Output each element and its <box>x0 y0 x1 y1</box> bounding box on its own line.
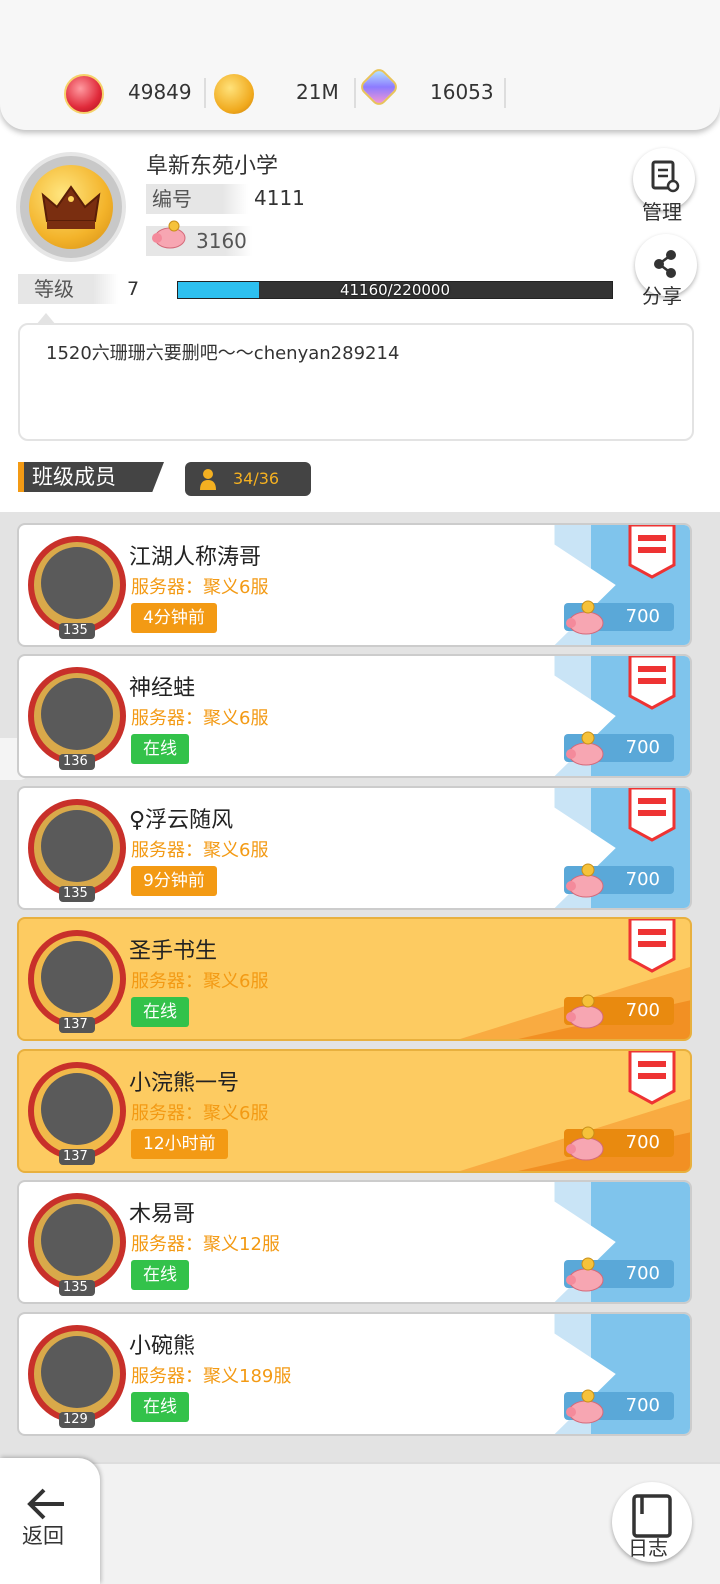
person-icon <box>200 469 216 490</box>
member-name: 木易哥 <box>129 1202 196 1227</box>
member-server: 服务器：聚义6服 <box>131 577 269 598</box>
member-card[interactable]: 137 小浣熊一号 服务器：聚义6服 12小时前 700 <box>17 1049 692 1173</box>
member-name: ♀浮云随风 <box>129 808 234 833</box>
member-card[interactable]: 135 ♀浮云随风 服务器：聚义6服 9分钟前 700 <box>17 786 692 910</box>
player-level: 136 <box>63 754 88 769</box>
school-id: 4111 <box>254 186 305 210</box>
member-status: 在线 <box>131 734 189 764</box>
level-value: 7 <box>127 278 140 300</box>
xp-text: 41160/220000 <box>339 281 451 299</box>
member-card[interactable]: 135 木易哥 服务器：聚义12服 在线 700 <box>17 1180 692 1304</box>
avatar[interactable]: 135 <box>25 529 133 645</box>
piggy-bank-icon <box>566 1126 604 1161</box>
log-label: 日志 <box>628 1536 668 1560</box>
piggy-bank-icon <box>566 994 604 1029</box>
back-label: 返回 <box>22 1524 64 1548</box>
member-count-badge: 34/36 <box>185 462 311 496</box>
member-status: 4分钟前 <box>131 603 217 633</box>
divider <box>504 78 506 108</box>
member-card[interactable]: 137 圣手书生 服务器：聚义6服 在线 700 <box>17 917 692 1041</box>
member-name: 小碗熊 <box>129 1334 196 1359</box>
piggy-value: 3160 <box>196 229 247 253</box>
rank-badge-icon <box>628 525 676 579</box>
crown-icon <box>29 165 113 249</box>
gem-resource[interactable]: 49849 <box>60 70 210 116</box>
player-level: 129 <box>63 1412 88 1427</box>
manage-label: 管理 <box>642 200 682 224</box>
avatar[interactable]: 137 <box>25 1055 133 1171</box>
member-status: 在线 <box>131 1260 189 1290</box>
avatar[interactable]: 136 <box>25 660 133 776</box>
rank-badge-icon <box>628 919 676 973</box>
player-level: 135 <box>63 886 88 901</box>
piggy-bank-icon <box>566 863 604 898</box>
id-label: 编号 <box>146 184 248 214</box>
piggy-bank-icon <box>566 1257 604 1292</box>
member-card[interactable]: 129 小碗熊 服务器：聚义189服 在线 700 <box>17 1312 692 1436</box>
divider <box>204 78 206 108</box>
announcement-text: 1520六珊珊六要删吧～～chenyan289214 <box>46 343 400 364</box>
crystal-icon <box>357 65 401 109</box>
members-section-title: 班级成员 <box>18 462 164 492</box>
member-count: 34/36 <box>233 469 280 488</box>
member-name: 神经蛙 <box>129 676 196 701</box>
member-server: 服务器：聚义6服 <box>131 1103 269 1124</box>
player-level: 137 <box>63 1149 88 1164</box>
xp-progress-bar: 41160/220000 <box>177 281 613 299</box>
member-status: 在线 <box>131 997 189 1027</box>
gem-value: 49849 <box>128 80 192 104</box>
player-level: 137 <box>63 1017 88 1032</box>
avatar[interactable]: 129 <box>25 1318 133 1434</box>
member-name: 小浣熊一号 <box>129 1071 240 1096</box>
piggy-bank-icon <box>566 1389 604 1424</box>
member-server: 服务器：聚义6服 <box>131 708 269 729</box>
gold-value: 21M <box>296 80 339 104</box>
player-level: 135 <box>63 1280 88 1295</box>
member-server: 服务器：聚义189服 <box>131 1366 292 1387</box>
piggy-bank-icon <box>566 731 604 766</box>
member-status: 12小时前 <box>131 1129 228 1159</box>
member-status: 9分钟前 <box>131 866 217 896</box>
member-server: 服务器：聚义6服 <box>131 840 269 861</box>
crystal-value: 16053 <box>430 80 494 104</box>
rank-badge-icon <box>628 656 676 710</box>
back-button[interactable]: 返回 <box>0 1458 100 1584</box>
share-label: 分享 <box>642 284 682 308</box>
member-card[interactable]: 135 江湖人称涛哥 服务器：聚义6服 4分钟前 700 <box>17 523 692 647</box>
avatar[interactable]: 135 <box>25 1186 133 1302</box>
red-gem-icon <box>64 74 104 114</box>
avatar[interactable]: 137 <box>25 923 133 1039</box>
member-server: 服务器：聚义12服 <box>131 1234 280 1255</box>
player-level: 135 <box>63 623 88 638</box>
announcement-box[interactable]: 1520六珊珊六要删吧～～chenyan289214 <box>18 313 694 441</box>
level-label: 等级 <box>18 274 118 304</box>
avatar[interactable]: 135 <box>25 792 133 908</box>
member-server: 服务器：聚义6服 <box>131 971 269 992</box>
rank-badge-icon <box>628 788 676 842</box>
school-name: 阜新东苑小学 <box>146 154 279 179</box>
piggy-bank-icon <box>566 600 604 635</box>
rank-badge-icon <box>628 1051 676 1105</box>
gold-coin-icon <box>214 74 254 114</box>
member-status: 在线 <box>131 1392 189 1422</box>
school-emblem <box>16 152 126 262</box>
resource-bar: 49849 21M 16053 <box>0 0 720 130</box>
member-card[interactable]: 136 神经蛙 服务器：聚义6服 在线 700 <box>17 654 692 778</box>
piggy-bank-icon <box>152 220 186 249</box>
gold-resource[interactable]: 21M <box>210 70 360 116</box>
log-button[interactable]: 日志 <box>612 1482 692 1562</box>
crystal-resource[interactable]: 16053 <box>357 65 510 116</box>
member-name: 圣手书生 <box>129 939 218 964</box>
divider <box>354 78 356 108</box>
member-name: 江湖人称涛哥 <box>129 545 262 570</box>
